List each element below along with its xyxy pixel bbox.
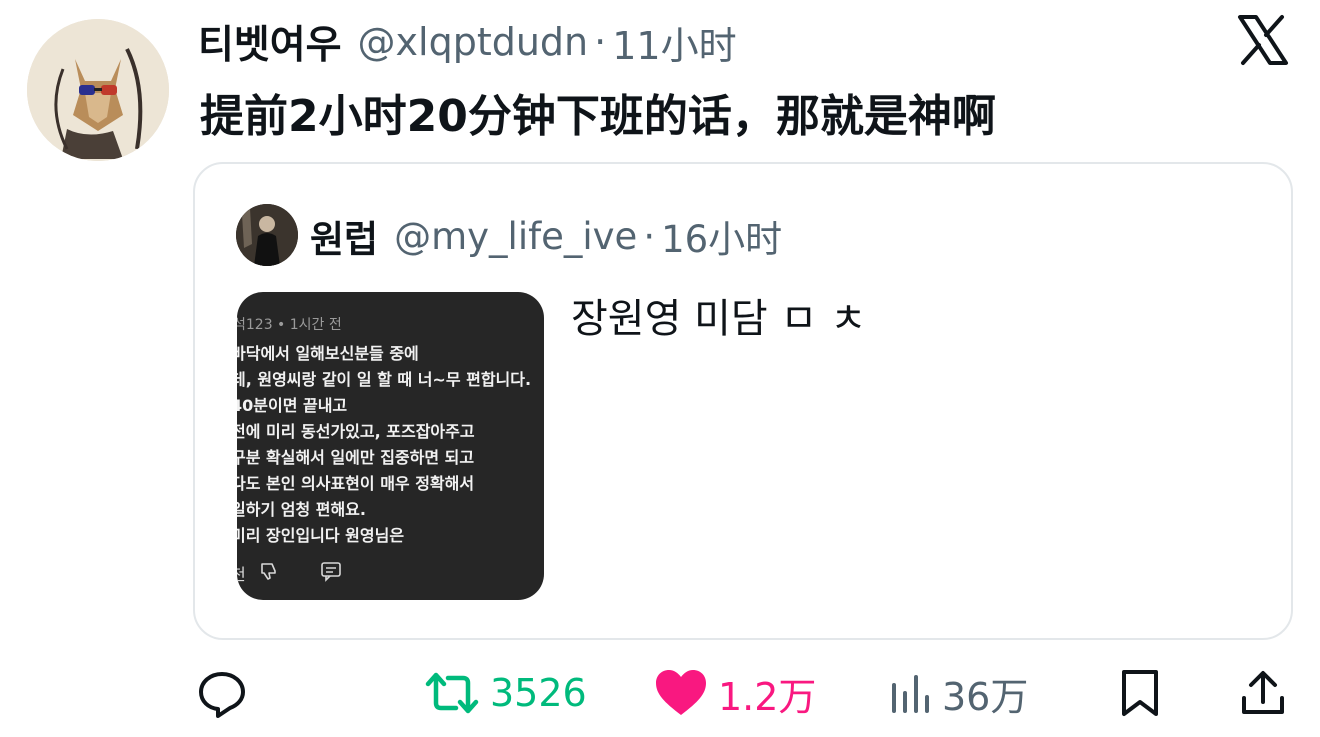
reply-icon: [196, 667, 248, 719]
bookmark-icon: [1118, 668, 1162, 718]
media-text-line: 다도 본인 의사표현이 매우 정확해서: [237, 474, 475, 493]
comment-icon: [320, 560, 342, 586]
quoted-header: 원럽 @my_life_ive · 16小时: [310, 208, 782, 264]
media-text-line: 데, 원영씨랑 같이 일 할 때 너~무 편합니다.: [237, 370, 532, 389]
media-action-label: 천: [237, 565, 246, 584]
views-chart-icon: [888, 671, 932, 715]
action-bar: 3526 1.2万 36万: [0, 660, 1320, 726]
tweet-card: 티벳여우 @xlqptdudn · 11小时 提前2小时20分钟下班的话，那就是…: [0, 0, 1320, 737]
author-avatar[interactable]: [27, 19, 169, 161]
like-button[interactable]: 1.2万: [654, 660, 816, 726]
media-meta: 석123 • 1시간 전: [237, 317, 342, 333]
reply-button[interactable]: [196, 660, 248, 726]
quoted-text: 장원영 미담 ㅁ ㅊ: [571, 296, 867, 342]
author-display-name[interactable]: 티벳여우: [198, 14, 342, 70]
bookmark-button[interactable]: [1118, 660, 1162, 726]
quoted-author-avatar[interactable]: [236, 204, 298, 266]
separator-dot: ·: [594, 20, 607, 64]
media-actions: 천: [237, 560, 342, 586]
media-text-line: 일하기 엄청 편해요.: [237, 500, 366, 519]
media-text-line: 구분 확실해서 일에만 집중하면 되고: [237, 448, 475, 467]
share-icon: [1238, 668, 1288, 718]
author-handle[interactable]: @xlqptdudn: [358, 20, 589, 64]
tweet-header: 티벳여우 @xlqptdudn · 11小时: [198, 14, 737, 70]
separator-dot: ·: [643, 214, 656, 258]
quoted-display-name[interactable]: 원럽: [310, 209, 378, 263]
thumbs-down-icon: [258, 561, 278, 585]
tweet-timestamp[interactable]: 11小时: [612, 15, 736, 70]
quoted-handle[interactable]: @my_life_ive: [394, 215, 637, 258]
retweet-icon: [424, 671, 480, 715]
media-text-line: 40분이면 끝내고: [237, 396, 348, 415]
share-button[interactable]: [1238, 660, 1288, 726]
tweet-text: 提前2小时20分钟下班的话，那就是神啊: [200, 91, 996, 142]
quoted-media-image[interactable]: 석123 • 1시간 전 바닥에서 일해보신분들 중에 데, 원영씨랑 같이 일…: [237, 292, 544, 600]
like-count: 1.2万: [718, 674, 817, 719]
views-button[interactable]: 36万: [888, 660, 1028, 726]
quoted-timestamp[interactable]: 16小时: [661, 209, 782, 263]
media-text-line: 전에 미리 동선가있고, 포즈잡아주고: [237, 422, 475, 441]
retweet-count: 3526: [490, 671, 587, 715]
heart-icon: [654, 669, 708, 717]
retweet-button[interactable]: 3526: [424, 660, 587, 726]
media-text-line: 바닥에서 일해보신분들 중에: [237, 344, 419, 363]
media-text-line: 미리 장인입니다 원영님은: [237, 526, 405, 545]
x-logo-icon[interactable]: [1236, 14, 1290, 66]
views-count: 36万: [942, 674, 1029, 719]
quoted-tweet[interactable]: 원럽 @my_life_ive · 16小时 석123 • 1시간 전 바닥에서…: [193, 162, 1293, 640]
